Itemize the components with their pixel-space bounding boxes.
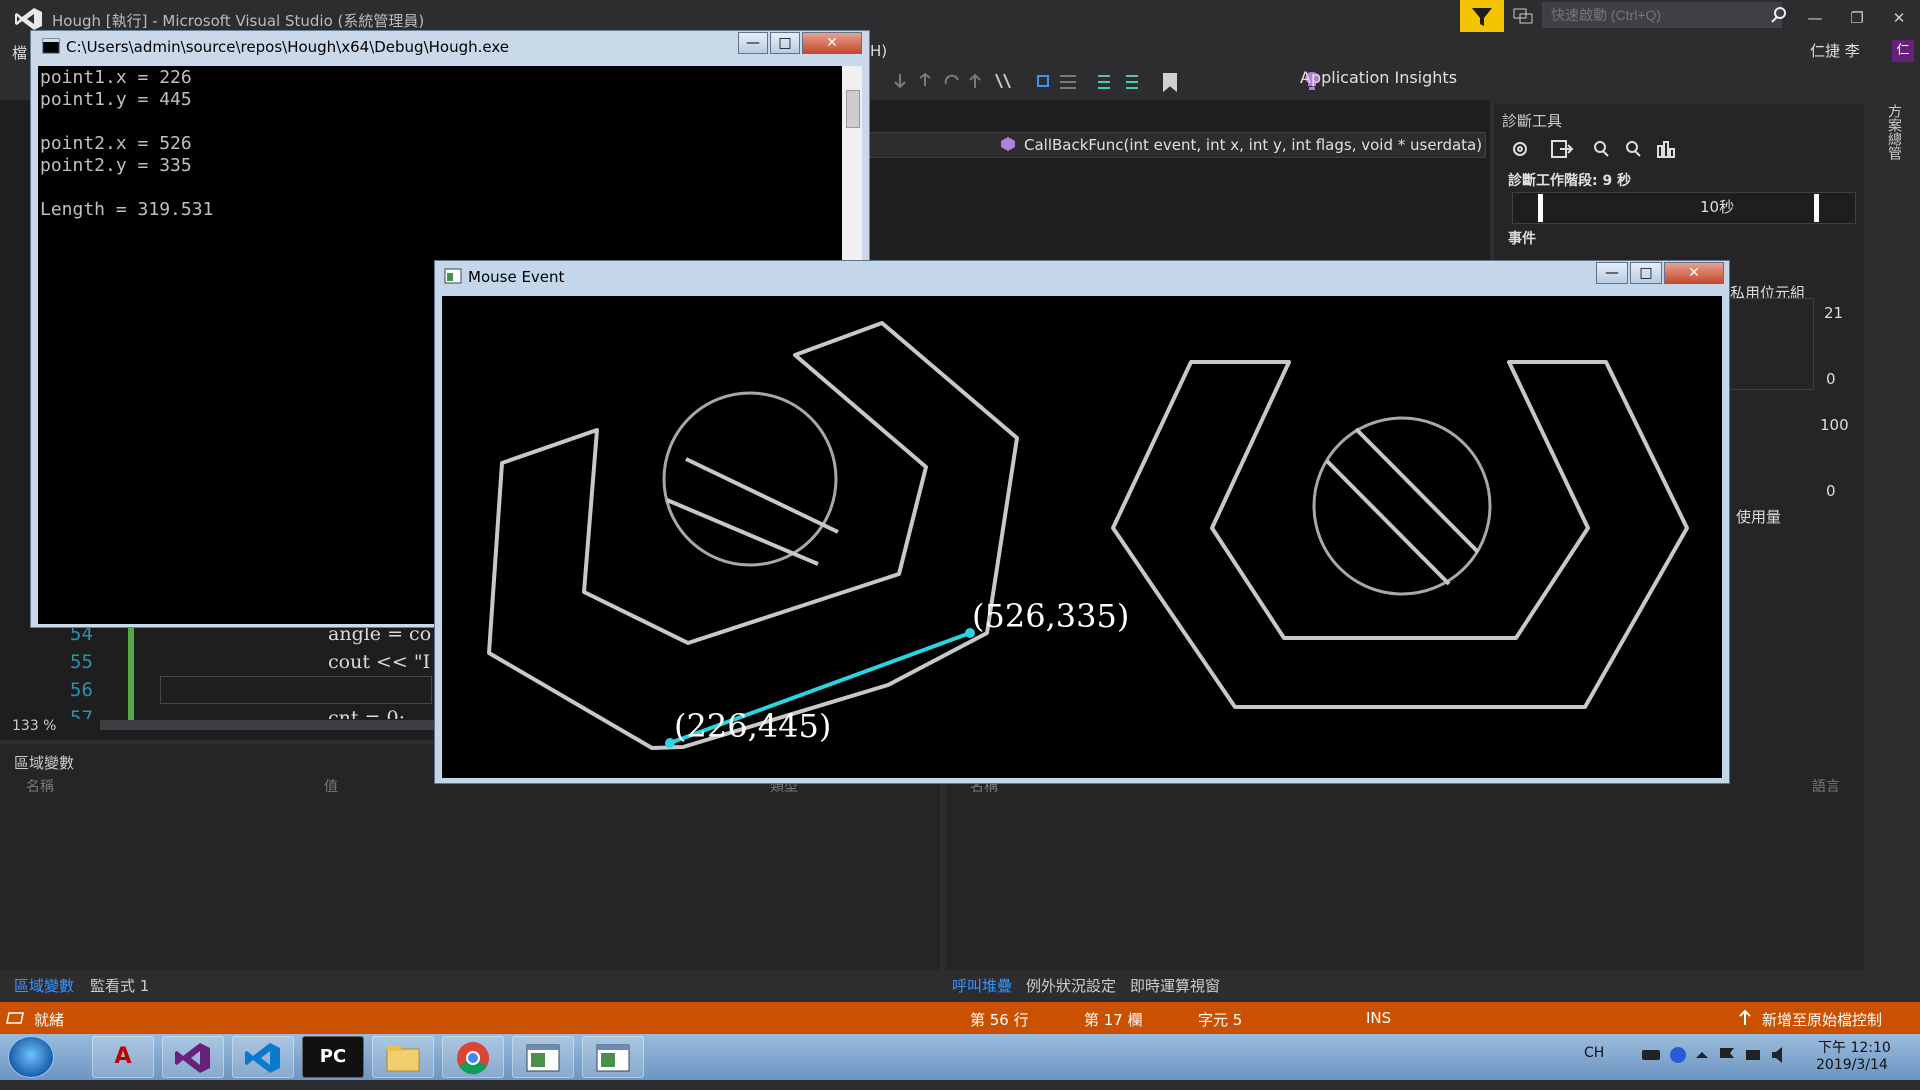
start-button[interactable]	[8, 1036, 54, 1078]
minimize-button[interactable]: —	[1800, 6, 1830, 30]
console-close-button[interactable]: ✕	[802, 32, 862, 54]
tab-locals[interactable]: 區域變數	[14, 975, 74, 996]
zoom-level[interactable]: 133 %	[12, 718, 56, 734]
point2-label: (526,335)	[972, 597, 1129, 635]
system-tray-icons[interactable]	[1640, 1044, 1800, 1066]
quick-launch-input[interactable]	[1542, 2, 1782, 28]
notification-flag[interactable]	[1460, 0, 1504, 32]
solution-explorer-tab[interactable]: 方案總管	[1884, 104, 1904, 160]
arrow-up-icon	[1739, 1009, 1751, 1025]
column-header-language[interactable]: 語言	[1812, 776, 1840, 796]
clock-time[interactable]: 下午 12:10	[1818, 1037, 1891, 1057]
column-header-name[interactable]: 名稱	[26, 776, 54, 796]
mouse-close-button[interactable]: ✕	[1664, 262, 1724, 284]
console-line: point1.y = 445	[40, 89, 192, 110]
window-icon	[444, 268, 462, 284]
vscode-icon[interactable]	[232, 1036, 294, 1078]
image-canvas[interactable]: (226,445) (526,335)	[442, 296, 1722, 778]
side-tool-strip	[1866, 100, 1920, 1010]
change-indicator	[128, 620, 134, 720]
mouse-event-title: Mouse Event	[468, 268, 565, 286]
console-line: point2.y = 335	[40, 155, 192, 176]
tab-exception-settings[interactable]: 例外狀況設定	[1026, 975, 1116, 996]
avatar[interactable]: 仁	[1892, 40, 1914, 62]
cpu-axis-max: 100	[1820, 416, 1849, 434]
window-icon[interactable]	[512, 1036, 574, 1078]
line-number: 55	[70, 651, 93, 673]
console-minimize-button[interactable]: —	[738, 32, 768, 54]
close-button[interactable]: ✕	[1884, 6, 1914, 30]
timeline-ruler[interactable]	[1512, 192, 1856, 224]
status-column: 第 17 欄	[1084, 1011, 1143, 1029]
feedback-icon[interactable]	[1512, 6, 1534, 26]
console-scroll-thumb[interactable]	[846, 90, 860, 128]
toolbar-icons[interactable]	[880, 70, 1300, 94]
timeline-end-handle[interactable]	[1814, 194, 1819, 222]
filter-icon	[1472, 8, 1492, 26]
restore-button[interactable]: ❐	[1842, 6, 1872, 30]
panel-title: 診斷工具	[1502, 112, 1563, 130]
status-line: 第 56 行	[970, 1011, 1029, 1029]
console-maximize-button[interactable]: □	[770, 32, 800, 54]
cpu-axis-min: 0	[1826, 482, 1836, 500]
mouse-maximize-button[interactable]: □	[1630, 262, 1662, 284]
ime-indicator[interactable]: CH	[1584, 1045, 1604, 1061]
usage-tab[interactable]: 使用量	[1736, 506, 1781, 527]
acrobat-icon[interactable]: A	[92, 1036, 154, 1078]
status-ready: 就緒	[34, 1011, 65, 1029]
memory-axis-max: 21	[1824, 304, 1844, 322]
status-char: 字元 5	[1198, 1011, 1243, 1029]
panel-title: 區域變數	[14, 754, 75, 772]
function-dropdown[interactable]: CallBackFunc(int event, int x, int y, in…	[1024, 136, 1482, 154]
tab-watch-1[interactable]: 監看式 1	[90, 975, 149, 996]
console-icon	[42, 38, 60, 54]
console-line: Length = 319.531	[40, 199, 214, 220]
point1-label: (226,445)	[674, 707, 831, 745]
window-icon[interactable]	[582, 1036, 644, 1078]
clock-date[interactable]: 2019/3/14	[1816, 1057, 1888, 1073]
line-number: 57	[70, 707, 93, 719]
horizontal-scrollbar[interactable]	[100, 720, 440, 730]
hough-edge-image: (226,445) (526,335)	[487, 321, 1689, 750]
status-bar	[0, 1002, 1920, 1034]
timeline-label: 10秒	[1700, 198, 1735, 216]
timeline-start-handle[interactable]	[1538, 194, 1543, 222]
tab-call-stack[interactable]: 呼叫堆疊	[952, 975, 1012, 996]
column-header-value[interactable]: 值	[324, 776, 338, 796]
menu-help[interactable]: H)	[870, 42, 887, 60]
events-section[interactable]: 事件	[1508, 228, 1536, 248]
window-title: Hough [執行] - Microsoft Visual Studio (系統…	[52, 12, 425, 30]
visual-studio-icon[interactable]	[162, 1036, 224, 1078]
line-number: 56	[70, 679, 93, 701]
pycharm-icon[interactable]: PC	[302, 1036, 364, 1078]
diagnostic-toolbar-icons[interactable]	[1508, 138, 1688, 160]
search-icon[interactable]	[1770, 6, 1788, 24]
visual-studio-logo-icon	[15, 8, 42, 30]
mouse-minimize-button[interactable]: —	[1596, 262, 1628, 284]
console-line: point2.x = 526	[40, 133, 192, 154]
memory-axis-min: 0	[1826, 370, 1836, 388]
console-title: C:\Users\admin\source\repos\Hough\x64\De…	[66, 38, 510, 56]
method-icon	[1001, 137, 1015, 151]
current-line-highlight	[160, 676, 432, 704]
session-duration: 診斷工作階段: 9 秒	[1508, 173, 1632, 189]
user-name[interactable]: 仁捷 李	[1810, 40, 1860, 61]
application-insights-button[interactable]: Application Insights	[1300, 68, 1457, 87]
ready-icon	[6, 1012, 24, 1024]
code-line[interactable]: cnt = 0;	[328, 707, 405, 719]
file-explorer-icon[interactable]	[372, 1036, 434, 1078]
code-line[interactable]: cout << "I	[328, 651, 430, 673]
menu-file[interactable]: 檔	[12, 42, 27, 63]
console-line: point1.x = 226	[40, 67, 192, 88]
status-insert-mode: INS	[1366, 1009, 1392, 1027]
add-to-source-control[interactable]: 新增至原始檔控制	[1762, 1009, 1882, 1030]
tab-immediate-window[interactable]: 即時運算視窗	[1130, 975, 1220, 996]
chrome-icon[interactable]	[442, 1036, 504, 1078]
